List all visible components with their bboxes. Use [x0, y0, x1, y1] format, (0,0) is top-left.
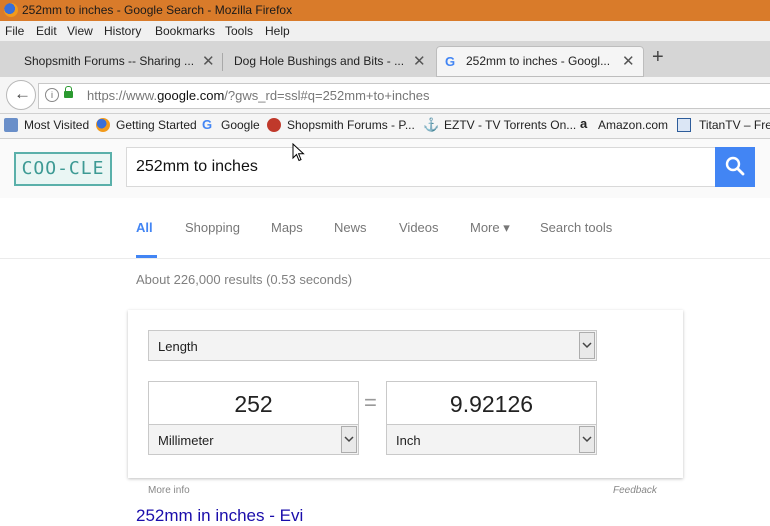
to-value: 9.92126 — [449, 391, 534, 417]
menu-help[interactable]: Help — [265, 24, 290, 38]
search-input[interactable]: 252mm to inches — [126, 147, 717, 187]
tab-search-tools[interactable]: Search tools — [540, 220, 612, 235]
chevron-down-icon[interactable] — [579, 426, 595, 453]
tab-label: Dog Hole Bushings and Bits - ... — [234, 54, 405, 68]
back-arrow-icon: ← — [14, 84, 31, 103]
menu-bar: File Edit View History Bookmarks Tools H… — [0, 21, 770, 41]
tab-label: 252mm to inches - Googl... — [466, 54, 611, 68]
bookmark-titantv[interactable]: TitanTV – Free — [699, 118, 770, 132]
chevron-down-icon[interactable] — [341, 426, 357, 453]
from-value-input[interactable]: 252 — [148, 381, 359, 425]
chevron-down-icon[interactable] — [579, 332, 595, 359]
bookmark-eztv[interactable]: EZTV - TV Torrents On... — [444, 118, 576, 132]
mouse-cursor-icon — [292, 143, 305, 162]
tab-all[interactable]: All — [136, 220, 153, 235]
feedback-link[interactable]: Feedback — [613, 485, 657, 496]
result-stats: About 226,000 results (0.53 seconds) — [136, 272, 353, 287]
window-title: 252mm to inches - Google Search - Mozill… — [22, 3, 293, 17]
google-favicon-icon: G — [445, 54, 456, 69]
tab-maps[interactable]: Maps — [271, 220, 303, 235]
close-icon[interactable]: ✕ — [413, 52, 426, 70]
menu-file[interactable]: File — [5, 24, 24, 38]
from-value: 252 — [234, 391, 273, 417]
tab-news[interactable]: News — [334, 220, 367, 235]
equals-sign: = — [364, 390, 377, 415]
url-bar[interactable]: i https://www.google.com/?gws_rd=ssl#q=2… — [38, 83, 770, 109]
bookmark-google[interactable]: Google — [221, 118, 260, 132]
menu-bookmarks[interactable]: Bookmarks — [155, 24, 215, 38]
menu-history[interactable]: History — [104, 24, 141, 38]
url-text: https://www.google.com/?gws_rd=ssl#q=252… — [87, 88, 430, 103]
search-tabs: All Shopping Maps News Videos More ▾ Sea… — [0, 198, 770, 259]
eztv-icon: ⚓ — [423, 117, 440, 132]
menu-edit[interactable]: Edit — [36, 24, 57, 38]
amazon-icon: a — [580, 116, 588, 131]
tab-more[interactable]: More ▾ — [470, 220, 510, 236]
lock-icon — [64, 86, 73, 98]
search-button[interactable] — [715, 147, 755, 187]
info-icon[interactable]: i — [45, 88, 59, 102]
quantity-value: Length — [158, 339, 198, 354]
to-value-input[interactable]: 9.92126 — [386, 381, 597, 425]
first-result-link[interactable]: 252mm in inches - Evi — [136, 506, 303, 526]
back-button[interactable]: ← — [6, 80, 36, 110]
firefox-icon — [96, 118, 110, 132]
unit-converter-card: Length 252 Millimeter = 9.92126 Inch — [128, 310, 683, 478]
tab-shopping[interactable]: Shopping — [185, 220, 240, 235]
bookmarks-toolbar: Most Visited Getting Started G Google Sh… — [0, 114, 770, 139]
most-visited-icon — [4, 118, 18, 132]
more-info-link[interactable]: More info — [148, 485, 190, 496]
quantity-select[interactable]: Length — [148, 330, 597, 361]
titantv-icon — [677, 118, 691, 132]
menu-tools[interactable]: Tools — [225, 24, 253, 38]
search-query: 252mm to inches — [136, 158, 258, 175]
bookmark-most-visited[interactable]: Most Visited — [24, 118, 89, 132]
title-bar: 252mm to inches - Google Search - Mozill… — [0, 0, 770, 21]
bookmark-amazon[interactable]: Amazon.com — [598, 118, 668, 132]
shopsmith-icon — [267, 118, 281, 132]
active-tab-indicator — [136, 255, 157, 258]
google-icon: G — [202, 117, 213, 132]
new-tab-button[interactable]: + — [652, 46, 664, 69]
from-unit-select[interactable]: Millimeter — [148, 424, 359, 455]
close-icon[interactable]: ✕ — [202, 52, 215, 70]
search-icon — [725, 156, 745, 176]
tab-label: Shopsmith Forums -- Sharing ... — [24, 54, 195, 68]
bookmark-getting-started[interactable]: Getting Started — [116, 118, 197, 132]
bookmark-shopsmith-forums[interactable]: Shopsmith Forums - P... — [287, 118, 415, 132]
google-logo[interactable]: COO-CLE — [14, 152, 112, 186]
tab-dog-hole-bushings[interactable]: Dog Hole Bushings and Bits - ... ✕ — [223, 46, 436, 77]
tab-videos[interactable]: Videos — [399, 220, 439, 235]
firefox-icon — [4, 3, 18, 17]
close-icon[interactable]: ✕ — [622, 52, 635, 70]
menu-view[interactable]: View — [67, 24, 93, 38]
to-unit-select[interactable]: Inch — [386, 424, 597, 455]
tab-shopsmith-forums[interactable]: Shopsmith Forums -- Sharing ... ✕ — [6, 46, 223, 77]
from-unit-value: Millimeter — [158, 433, 214, 448]
tab-google-search[interactable]: G 252mm to inches - Googl... ✕ — [436, 46, 644, 77]
to-unit-value: Inch — [396, 433, 421, 448]
